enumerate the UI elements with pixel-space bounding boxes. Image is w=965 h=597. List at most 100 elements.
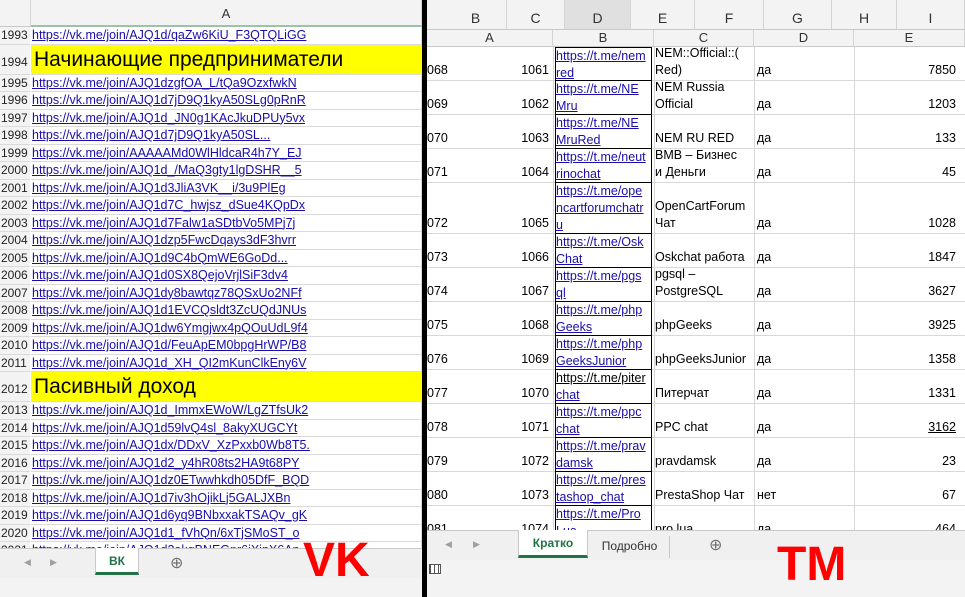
telegram-link-line[interactable]: GeeksJunior (556, 353, 651, 369)
cell-b-link[interactable]: https://t.me/php Geeks (555, 302, 652, 336)
vk-link[interactable]: https://vk.me/join/AJQ1dy8bawtqz78QSxUo2… (31, 284, 422, 302)
row-number[interactable]: 075 (427, 317, 455, 334)
vk-link[interactable]: https://vk.me/join/AJQ1d6yq9BNbxxakTSAQv… (31, 507, 422, 525)
vk-link[interactable]: https://vk.me/join/AJQ1d/qaZw6KiU_F3QTQL… (31, 27, 422, 45)
row-number[interactable]: 2000 (0, 162, 30, 180)
row-number[interactable]: 2010 (0, 337, 30, 355)
telegram-link-line[interactable]: https://t.me/pgs (556, 268, 651, 285)
cell-a-number[interactable]: 1063 (455, 130, 549, 147)
cell-c-name[interactable]: PrestaShop Чат (655, 470, 754, 504)
vk-link[interactable]: https://vk.me/join/AJQ1d7iv3hOjikLj5GALJ… (31, 489, 422, 507)
outer-column-header[interactable]: H (832, 0, 897, 30)
cell-e-count[interactable]: 67 (854, 487, 956, 504)
row-number[interactable]: 068 (427, 62, 455, 79)
cell-b-link[interactable]: https://t.me/php GeeksJunior (555, 336, 652, 370)
vk-link[interactable]: https://vk.me/join/AJQ1dw6Ymgjwx4pQOuUdL… (31, 319, 422, 337)
row-number[interactable]: 2020 (0, 524, 30, 542)
row-number[interactable]: 074 (427, 283, 455, 300)
row-number[interactable]: 2008 (0, 302, 30, 320)
cell-a-number[interactable]: 1072 (455, 453, 549, 470)
telegram-link-line[interactable]: https://t.me/neut (556, 149, 651, 166)
telegram-link-line[interactable]: https://t.me/ppc (556, 404, 651, 421)
row-number[interactable]: 2019 (0, 507, 30, 525)
cell-d-flag[interactable]: да (757, 215, 853, 232)
cell-a-number[interactable]: 1071 (455, 419, 549, 436)
cell-a-number[interactable]: 1068 (455, 317, 549, 334)
vk-link[interactable]: https://vk.me/join/AJQ1d7jD9Q1kyA50SL... (31, 127, 422, 145)
row-number[interactable]: 2012 (0, 372, 30, 402)
cell-e-count[interactable]: 133 (854, 130, 956, 147)
vk-link[interactable]: https://vk.me/join/AJQ1dzgfOA_L/tQa9Ozxf… (31, 74, 422, 92)
vk-link[interactable]: https://vk.me/join/AJQ1d1EVCQsldt3ZcUQdJ… (31, 302, 422, 320)
cell-b-link[interactable]: https://t.me/pres tashop_chat (555, 472, 652, 506)
cell-d-flag[interactable]: да (757, 317, 853, 334)
inner-column-header[interactable]: B (553, 30, 654, 47)
telegram-link-line[interactable]: Geeks (556, 319, 651, 335)
cell-e-count[interactable]: 23 (854, 453, 956, 470)
cell-a-number[interactable]: 1061 (455, 62, 549, 79)
cell-a-number[interactable]: 1062 (455, 96, 549, 113)
telegram-link-line[interactable]: ncartforumchatr (556, 200, 651, 217)
telegram-link-line[interactable]: https://t.me/NE (556, 81, 651, 98)
cell-b-link[interactable]: https://t.me/nem red (555, 47, 652, 81)
cell-c-name[interactable]: phpGeeks (655, 300, 754, 334)
row-number[interactable]: 070 (427, 130, 455, 147)
telegram-link-line[interactable]: https://t.me/Osk (556, 234, 651, 251)
cell-c-name[interactable]: BMB – Бизнес и Деньги (655, 147, 754, 181)
corner-select-all[interactable] (0, 0, 31, 27)
cell-d-flag[interactable]: да (757, 385, 853, 402)
cell-b-link[interactable]: https://t.me/pgs ql (555, 268, 652, 302)
telegram-link-line[interactable]: MruRed (556, 132, 651, 148)
column-header-a[interactable]: A (31, 0, 422, 27)
telegram-link-line[interactable]: red (556, 65, 651, 80)
tab-podrobno[interactable]: Подробно (590, 536, 670, 558)
vk-link[interactable]: https://vk.me/join/AJQ1d_XH_QI2mKunClkEn… (31, 354, 422, 372)
row-number[interactable]: 1996 (0, 92, 30, 110)
cell-e-count[interactable]: 1847 (854, 249, 956, 266)
tab-kratko[interactable]: Кратко (518, 530, 588, 558)
tab-vk[interactable]: ВК (95, 548, 139, 575)
telegram-link-line[interactable]: Chat (556, 251, 651, 267)
cell-e-count[interactable]: 3162 (854, 419, 956, 436)
cell-a-number[interactable]: 1067 (455, 283, 549, 300)
row-number[interactable]: 2016 (0, 454, 30, 472)
vk-link[interactable]: https://vk.me/join/AJQ1d2_y4hR08ts2HA9t6… (31, 454, 422, 472)
cell-b-link[interactable]: https://t.me/ppc chat (555, 404, 652, 438)
cell-b-link[interactable]: https://t.me/ope ncartforumchatr u (555, 183, 652, 234)
add-sheet-icon[interactable]: ⊕ (170, 553, 183, 573)
cell-c-name[interactable]: NEM Russia Official (655, 79, 754, 113)
vk-link[interactable]: https://vk.me/join/AJQ1dz0ETwwhkdh05DfF_… (31, 472, 422, 490)
row-number[interactable]: 2004 (0, 232, 30, 250)
vk-link[interactable]: https://vk.me/join/AJQ1d7C_hwjsz_dSue4KQ… (31, 197, 422, 215)
row-number[interactable]: 1995 (0, 74, 30, 92)
cell-d-flag[interactable]: да (757, 96, 853, 113)
row-number[interactable]: 2006 (0, 267, 30, 285)
row-number[interactable]: 1994 (0, 44, 30, 75)
telegram-link-line[interactable]: https://t.me/NE (556, 115, 651, 132)
vk-link[interactable]: https://vk.me/join/AJQ1d7Falw1aSDtbVo5MP… (31, 214, 422, 232)
cell-b-link[interactable]: https://t.me/NE Mru (555, 81, 652, 115)
row-number[interactable]: 2014 (0, 419, 30, 437)
row-number[interactable]: 078 (427, 419, 455, 436)
row-number[interactable]: 069 (427, 96, 455, 113)
vk-link[interactable]: https://vk.me/join/AAAAAMd0WlHldcaR4h7Y_… (31, 144, 422, 162)
telegram-link-line[interactable]: chat (556, 421, 651, 437)
row-number[interactable]: 071 (427, 164, 455, 181)
outer-column-header[interactable]: I (897, 0, 965, 30)
row-number[interactable]: 072 (427, 215, 455, 232)
outer-column-header[interactable]: D (565, 0, 631, 30)
inner-column-header[interactable]: E (854, 30, 965, 47)
row-number[interactable]: 2011 (0, 354, 30, 372)
cell-b-link[interactable]: https://t.me/NE MruRed (555, 115, 652, 149)
scroll-left-icon[interactable]: ◀ (445, 539, 452, 550)
cell-e-count[interactable]: 45 (854, 164, 956, 181)
cell-b-link[interactable]: https://t.me/neut rinochat (555, 149, 652, 183)
cell-a-number[interactable]: 1065 (455, 215, 549, 232)
cell-c-name[interactable]: NEM RU RED (655, 113, 754, 147)
cell-a-number[interactable]: 1066 (455, 249, 549, 266)
row-number[interactable]: 2017 (0, 472, 30, 490)
vk-link[interactable]: https://vk.me/join/AJQ1d3JliA3VK__i/3u9P… (31, 179, 422, 197)
cell-c-name[interactable]: OpenCartForum Чат (655, 198, 754, 232)
vk-link[interactable]: https://vk.me/join/AJQ1d_JN0g1KAcJkuDPUy… (31, 109, 422, 127)
cell-c-name[interactable]: pravdamsk (655, 436, 754, 470)
